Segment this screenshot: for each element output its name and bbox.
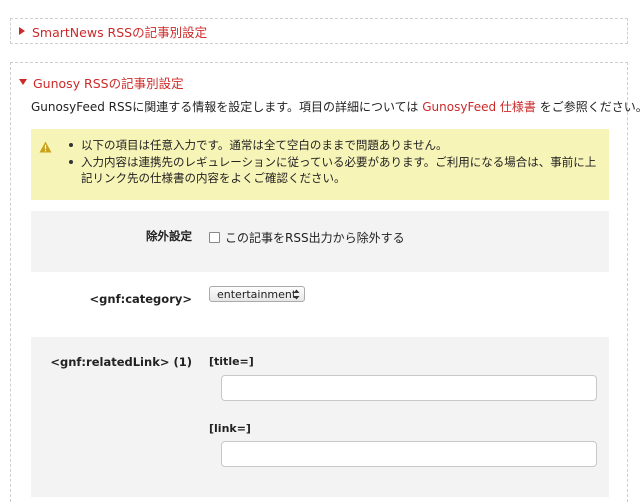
gunosy-panel-toggle[interactable]: Gunosy RSSの記事別設定 bbox=[11, 72, 627, 92]
smartnews-panel-toggle[interactable]: SmartNews RSSの記事別設定 bbox=[11, 19, 627, 43]
warning-icon bbox=[39, 141, 52, 153]
exclude-row: 除外設定 この記事をRSS出力から除外する bbox=[31, 211, 609, 272]
title-field-label: [title=] bbox=[209, 355, 254, 368]
exclude-label: 除外設定 bbox=[146, 229, 192, 243]
gunosy-panel-title: Gunosy RSSの記事別設定 bbox=[33, 75, 184, 91]
select-arrows-icon bbox=[293, 289, 300, 300]
gunosy-panel: Gunosy RSSの記事別設定 GunosyFeed RSSに関連する情報を設… bbox=[10, 62, 640, 502]
triangle-right-icon bbox=[19, 27, 25, 35]
category-label: <gnf:category> bbox=[89, 292, 192, 306]
notice-box: 以下の項目は任意入力です。通常は全て空白のままで問題ありません。 入力内容は連携… bbox=[31, 129, 609, 200]
description-text-after: をご参照ください。 bbox=[535, 100, 640, 114]
smartnews-panel-title: SmartNews RSSの記事別設定 bbox=[32, 24, 208, 40]
related-title-input[interactable] bbox=[221, 375, 597, 401]
smartnews-panel: SmartNews RSSの記事別設定 bbox=[10, 18, 628, 44]
gunosy-spec-link[interactable]: GunosyFeed 仕様書 bbox=[422, 100, 536, 114]
related-link-label: <gnf:relatedLink> (1) bbox=[50, 355, 192, 369]
category-select[interactable]: entertainment bbox=[209, 286, 305, 302]
gunosy-description: GunosyFeed RSSに関連する情報を設定します。項目の詳細については G… bbox=[31, 98, 640, 115]
exclude-checkbox[interactable] bbox=[209, 232, 220, 243]
exclude-checkbox-label: この記事をRSS出力から除外する bbox=[225, 231, 405, 245]
exclude-checkbox-wrap[interactable]: この記事をRSS出力から除外する bbox=[209, 229, 405, 246]
related-link-input[interactable] bbox=[221, 441, 597, 467]
notice-item: 以下の項目は任意入力です。通常は全て空白のままで問題ありません。 bbox=[69, 137, 599, 153]
link-field-label: [link=] bbox=[209, 422, 251, 435]
description-text-before: GunosyFeed RSSに関連する情報を設定します。項目の詳細については bbox=[31, 100, 423, 114]
category-row: <gnf:category> entertainment bbox=[31, 272, 609, 337]
related-link-row: <gnf:relatedLink> (1) [title=] [link=] bbox=[31, 337, 609, 497]
notice-item: 入力内容は連携先のレギュレーションに従っている必要があります。ご利用になる場合は… bbox=[69, 154, 599, 186]
category-selected-value: entertainment bbox=[217, 288, 297, 301]
triangle-down-icon bbox=[19, 79, 27, 85]
notice-list: 以下の項目は任意入力です。通常は全て空白のままで問題ありません。 入力内容は連携… bbox=[69, 137, 599, 187]
